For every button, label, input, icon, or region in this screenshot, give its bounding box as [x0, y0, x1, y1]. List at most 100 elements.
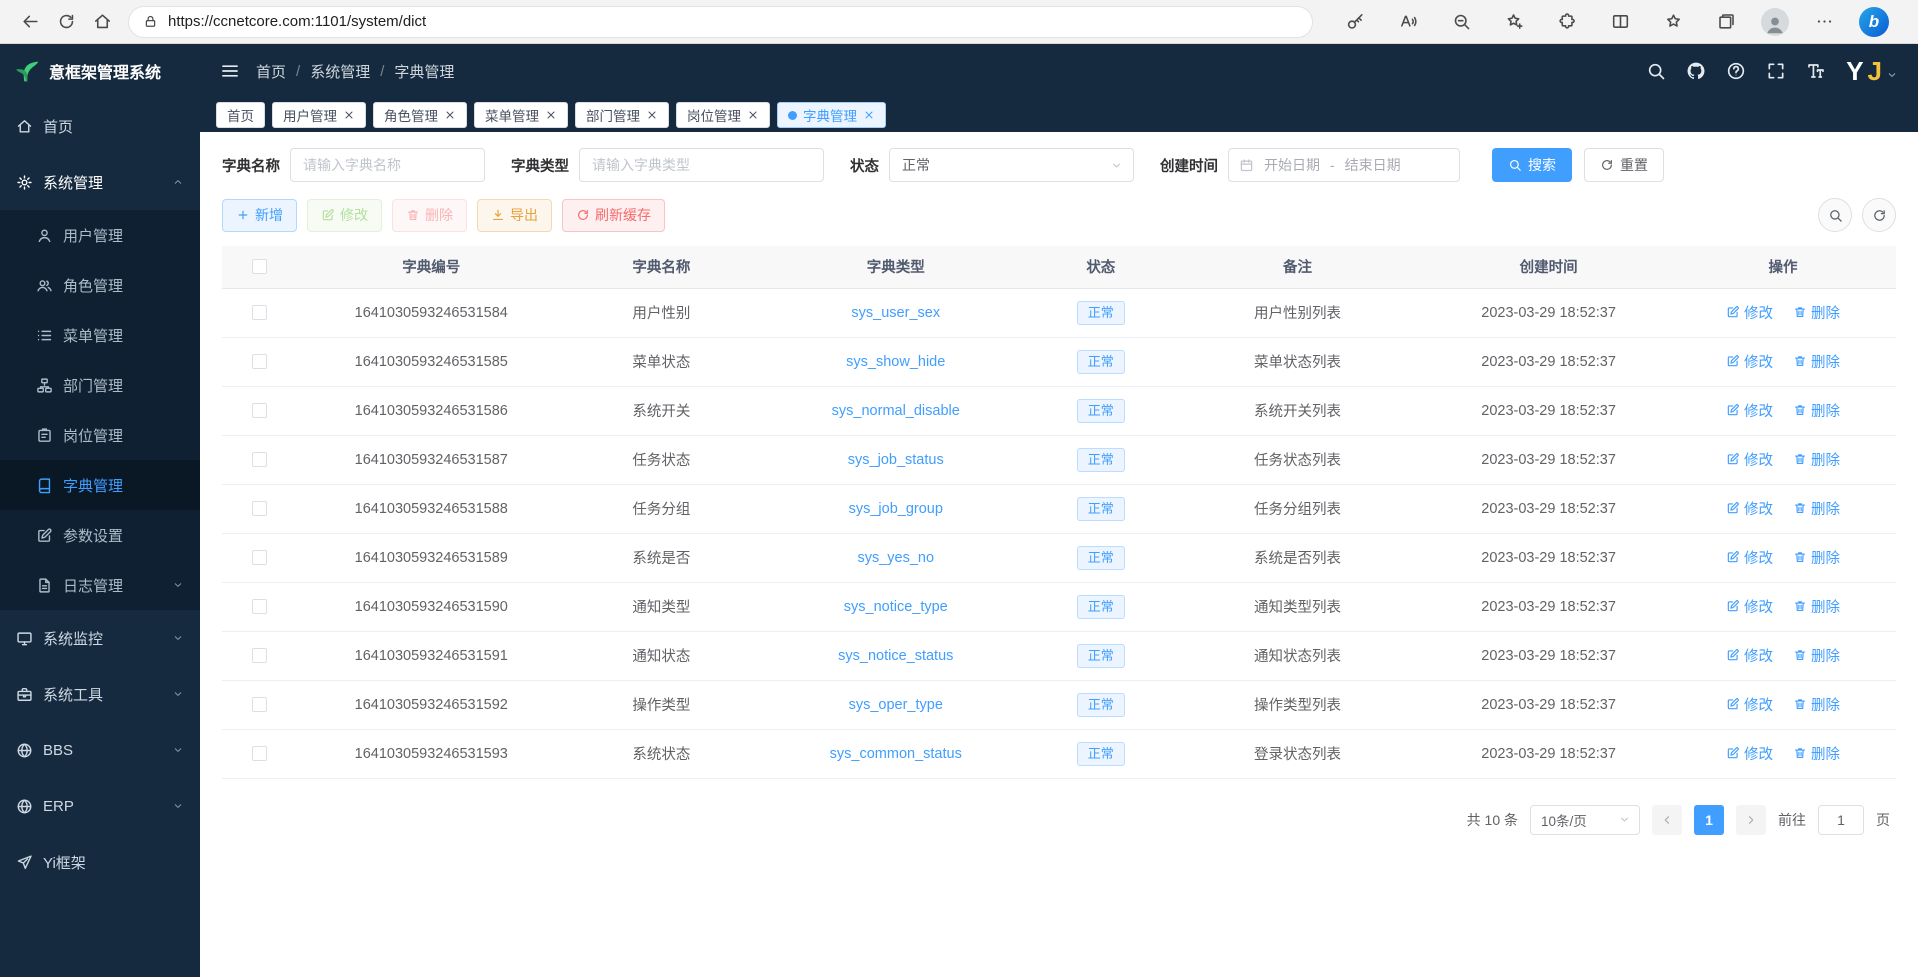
breadcrumb-system[interactable]: 系统管理: [310, 61, 370, 82]
sidebar-item-erp[interactable]: ERP: [0, 778, 200, 834]
row-delete-link[interactable]: 删除: [1793, 498, 1840, 519]
user-avatar-logo[interactable]: Y J: [1846, 58, 1898, 84]
favorites-bar-icon[interactable]: [1655, 4, 1691, 40]
row-delete-link[interactable]: 删除: [1793, 351, 1840, 372]
row-checkbox[interactable]: [252, 550, 267, 565]
row-checkbox[interactable]: [252, 599, 267, 614]
row-checkbox[interactable]: [252, 501, 267, 516]
toggle-search-icon[interactable]: [1818, 198, 1852, 232]
status-select[interactable]: 正常: [889, 148, 1134, 182]
close-icon[interactable]: [545, 109, 557, 121]
reset-button[interactable]: 重置: [1584, 148, 1664, 182]
sidebar-item-dept-mgmt[interactable]: 部门管理: [0, 360, 200, 410]
dict-type-link[interactable]: sys_job_status: [848, 452, 944, 468]
row-checkbox[interactable]: [252, 452, 267, 467]
sidebar-item-user-mgmt[interactable]: 用户管理: [0, 210, 200, 260]
browser-profile-avatar[interactable]: [1761, 8, 1789, 36]
browser-settings-dots-icon[interactable]: [1806, 4, 1842, 40]
reload-table-icon[interactable]: [1862, 198, 1896, 232]
select-all-checkbox[interactable]: [252, 259, 267, 274]
tab-dept-mgmt[interactable]: 部门管理: [575, 102, 669, 128]
close-icon[interactable]: [863, 109, 875, 121]
sidebar-item-yi-framework[interactable]: Yi框架: [0, 834, 200, 890]
search-button[interactable]: 搜索: [1492, 148, 1572, 182]
refresh-cache-button[interactable]: 刷新缓存: [562, 199, 665, 232]
password-key-icon[interactable]: [1338, 4, 1374, 40]
close-icon[interactable]: [747, 109, 759, 121]
row-checkbox[interactable]: [252, 697, 267, 712]
row-checkbox[interactable]: [252, 746, 267, 761]
next-page-button[interactable]: [1736, 805, 1766, 835]
github-icon[interactable]: [1686, 61, 1706, 81]
row-delete-link[interactable]: 删除: [1793, 547, 1840, 568]
tab-post-mgmt[interactable]: 岗位管理: [676, 102, 770, 128]
page-size-select[interactable]: 10条/页: [1530, 805, 1640, 835]
fullscreen-icon[interactable]: [1766, 61, 1786, 81]
row-delete-link[interactable]: 删除: [1793, 449, 1840, 470]
row-delete-link[interactable]: 删除: [1793, 596, 1840, 617]
collections-icon[interactable]: [1708, 4, 1744, 40]
row-checkbox[interactable]: [252, 648, 267, 663]
row-delete-link[interactable]: 删除: [1793, 400, 1840, 421]
help-icon[interactable]: [1726, 61, 1746, 81]
tab-home[interactable]: 首页: [216, 102, 265, 128]
export-button[interactable]: 导出: [477, 199, 552, 232]
refresh-icon[interactable]: [48, 4, 84, 40]
tab-role-mgmt[interactable]: 角色管理: [373, 102, 467, 128]
sidebar-item-home[interactable]: 首页: [0, 98, 200, 154]
extensions-icon[interactable]: [1550, 4, 1586, 40]
sidebar-item-bbs[interactable]: BBS: [0, 722, 200, 778]
browser-home-icon[interactable]: [84, 4, 120, 40]
close-icon[interactable]: [646, 109, 658, 121]
row-edit-link[interactable]: 修改: [1726, 645, 1773, 666]
header-search-icon[interactable]: [1646, 61, 1666, 81]
hamburger-menu-icon[interactable]: [220, 61, 240, 81]
sidebar-item-log-mgmt[interactable]: 日志管理: [0, 560, 200, 610]
row-edit-link[interactable]: 修改: [1726, 694, 1773, 715]
dict-name-input[interactable]: [290, 148, 485, 182]
dict-type-link[interactable]: sys_yes_no: [857, 550, 934, 566]
row-delete-link[interactable]: 删除: [1793, 743, 1840, 764]
row-delete-link[interactable]: 删除: [1793, 302, 1840, 323]
sidebar-item-param-settings[interactable]: 参数设置: [0, 510, 200, 560]
tab-dict-mgmt[interactable]: 字典管理: [777, 102, 886, 128]
row-checkbox[interactable]: [252, 403, 267, 418]
row-edit-link[interactable]: 修改: [1726, 743, 1773, 764]
row-edit-link[interactable]: 修改: [1726, 302, 1773, 323]
dict-type-link[interactable]: sys_normal_disable: [832, 403, 960, 419]
dict-type-link[interactable]: sys_show_hide: [846, 354, 945, 370]
goto-page-input[interactable]: [1818, 805, 1864, 835]
create-time-range-picker[interactable]: 开始日期 - 结束日期: [1228, 148, 1460, 182]
dict-type-link[interactable]: sys_user_sex: [851, 305, 940, 321]
back-icon[interactable]: [12, 4, 48, 40]
add-favorite-icon[interactable]: [1497, 4, 1533, 40]
row-edit-link[interactable]: 修改: [1726, 400, 1773, 421]
tab-user-mgmt[interactable]: 用户管理: [272, 102, 366, 128]
dict-type-link[interactable]: sys_notice_type: [844, 599, 948, 615]
dict-type-input[interactable]: [579, 148, 824, 182]
text-size-icon[interactable]: [1806, 61, 1826, 81]
edit-button[interactable]: 修改: [307, 199, 382, 232]
dict-type-link[interactable]: sys_notice_status: [838, 648, 953, 664]
sidebar-item-system-tools[interactable]: 系统工具: [0, 666, 200, 722]
current-page-button[interactable]: 1: [1694, 805, 1724, 835]
row-edit-link[interactable]: 修改: [1726, 498, 1773, 519]
row-delete-link[interactable]: 删除: [1793, 645, 1840, 666]
site-lock-icon[interactable]: [143, 14, 158, 29]
dict-type-link[interactable]: sys_oper_type: [849, 697, 943, 713]
delete-button[interactable]: 删除: [392, 199, 467, 232]
sidebar-item-system-mgmt[interactable]: 系统管理: [0, 154, 200, 210]
read-aloud-icon[interactable]: [1391, 4, 1427, 40]
breadcrumb-home[interactable]: 首页: [256, 61, 286, 82]
split-screen-icon[interactable]: [1602, 4, 1638, 40]
row-checkbox[interactable]: [252, 354, 267, 369]
prev-page-button[interactable]: [1652, 805, 1682, 835]
sidebar-item-dict-mgmt[interactable]: 字典管理: [0, 460, 200, 510]
row-edit-link[interactable]: 修改: [1726, 351, 1773, 372]
sidebar-item-menu-mgmt[interactable]: 菜单管理: [0, 310, 200, 360]
row-checkbox[interactable]: [252, 305, 267, 320]
zoom-icon[interactable]: [1444, 4, 1480, 40]
dict-type-link[interactable]: sys_job_group: [849, 501, 943, 517]
row-edit-link[interactable]: 修改: [1726, 449, 1773, 470]
tab-menu-mgmt[interactable]: 菜单管理: [474, 102, 568, 128]
